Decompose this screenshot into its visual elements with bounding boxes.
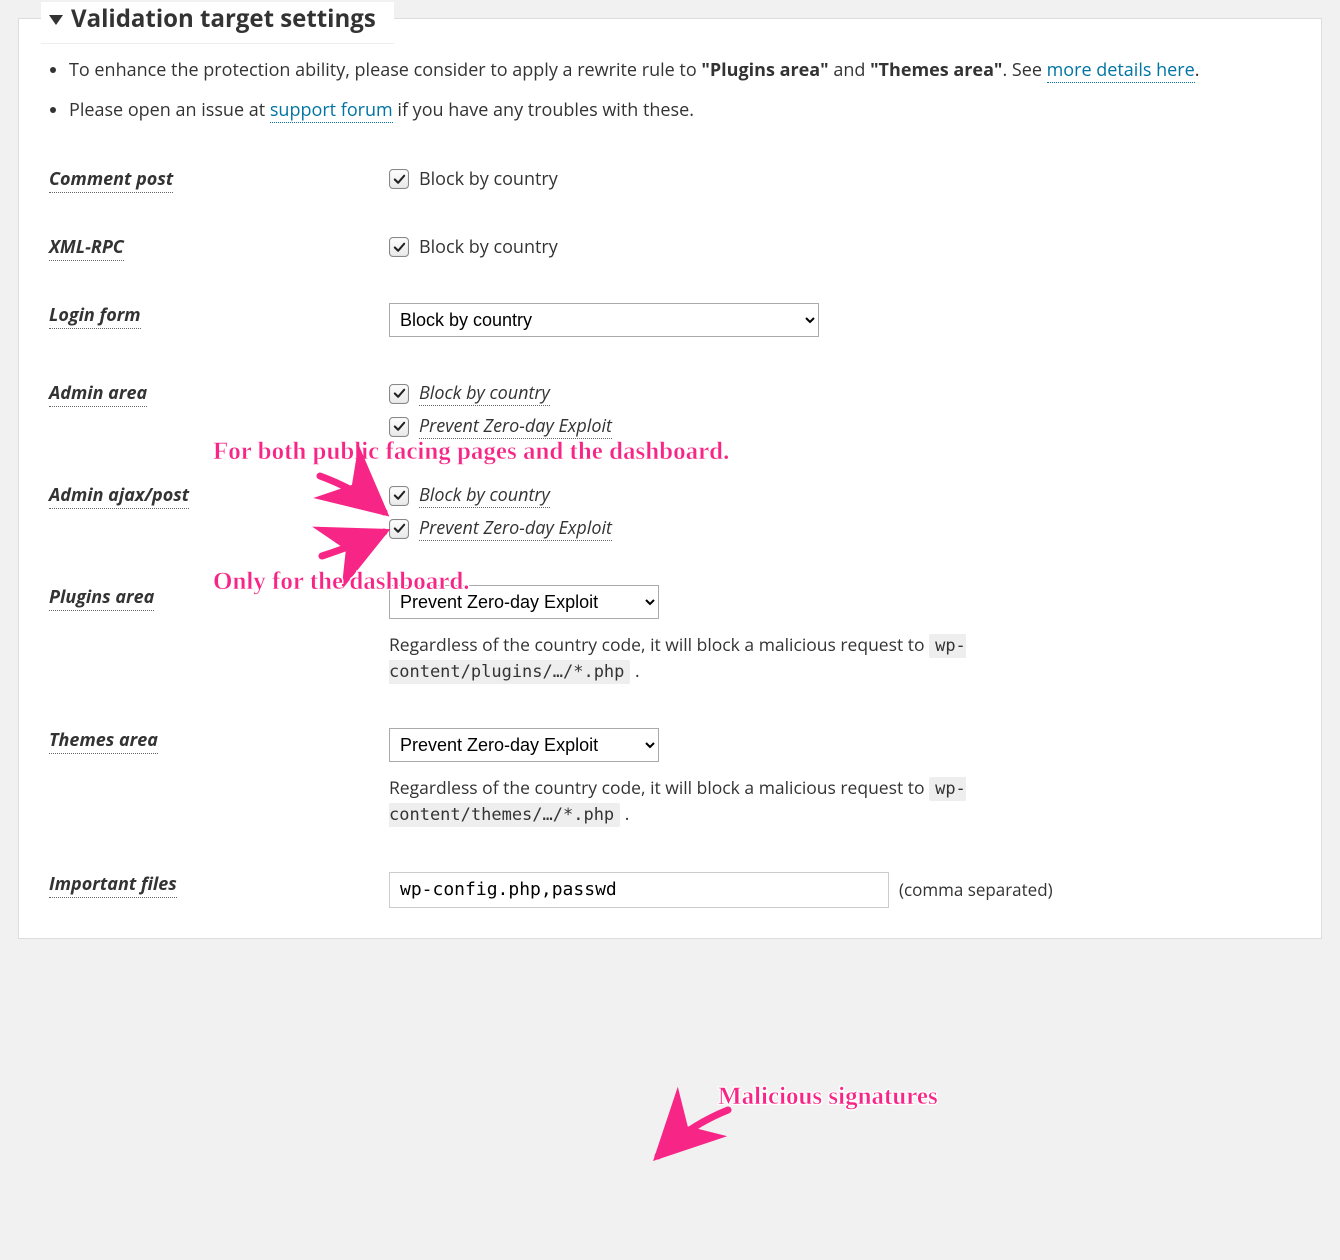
plugins-area-desc: Regardless of the country code, it will … xyxy=(389,633,1009,684)
label-themes-area: Themes area xyxy=(49,728,158,754)
section-title: Validation target settings xyxy=(71,2,376,35)
label-admin-area: Admin area xyxy=(49,381,147,407)
admin-area-block-by-country[interactable]: Block by country xyxy=(389,381,1291,406)
label-comment-post: Comment post xyxy=(49,167,173,193)
collapse-triangle-icon[interactable] xyxy=(49,15,63,25)
xmlrpc-block-by-country[interactable]: Block by country xyxy=(389,235,1291,259)
checkbox-icon[interactable] xyxy=(389,417,409,437)
label-important-files: Important files xyxy=(49,872,177,898)
row-login-form: Login form Block by country xyxy=(49,303,1291,337)
admin-ajax-prevent-zeroday[interactable]: Prevent Zero-day Exploit xyxy=(389,516,1291,541)
themes-area-select[interactable]: Prevent Zero-day Exploit xyxy=(389,728,659,762)
row-important-files: Important files (comma separated) xyxy=(49,872,1291,908)
row-admin-ajax: Admin ajax/post Block by country Prevent… xyxy=(49,483,1291,541)
bullet-2: Please open an issue at support forum if… xyxy=(69,97,1291,123)
bullet-1: To enhance the protection ability, pleas… xyxy=(69,57,1291,83)
comment-post-block-by-country[interactable]: Block by country xyxy=(389,167,1291,191)
important-files-hint: (comma separated) xyxy=(899,878,1053,901)
annotation-malicious-sig: Malicious signatures xyxy=(718,1083,938,1111)
checkbox-icon[interactable] xyxy=(389,169,409,189)
more-details-link[interactable]: more details here xyxy=(1047,58,1195,83)
login-form-select[interactable]: Block by country xyxy=(389,303,819,337)
label-admin-ajax: Admin ajax/post xyxy=(49,483,189,509)
checkbox-icon[interactable] xyxy=(389,519,409,539)
checkbox-icon[interactable] xyxy=(389,486,409,506)
label-plugins-area: Plugins area xyxy=(49,585,154,611)
label-xml-rpc: XML-RPC xyxy=(49,235,124,261)
admin-area-prevent-zeroday[interactable]: Prevent Zero-day Exploit xyxy=(389,414,1291,439)
info-bullets: To enhance the protection ability, pleas… xyxy=(51,57,1291,123)
plugins-area-bold: "Plugins area" xyxy=(701,58,828,82)
support-forum-link[interactable]: support forum xyxy=(270,98,393,123)
row-xml-rpc: XML-RPC Block by country xyxy=(49,235,1291,259)
row-plugins-area: Plugins area Prevent Zero-day Exploit Re… xyxy=(49,585,1291,684)
arrow-icon xyxy=(648,1106,738,1171)
row-comment-post: Comment post Block by country xyxy=(49,167,1291,191)
settings-panel: Validation target settings To enhance th… xyxy=(18,18,1322,939)
label-login-form: Login form xyxy=(49,303,141,329)
section-header[interactable]: Validation target settings xyxy=(41,2,394,44)
row-admin-area: Admin area Block by country Prevent Zero… xyxy=(49,381,1291,439)
checkbox-icon[interactable] xyxy=(389,384,409,404)
row-themes-area: Themes area Prevent Zero-day Exploit Reg… xyxy=(49,728,1291,827)
important-files-input[interactable] xyxy=(389,872,889,908)
themes-area-desc: Regardless of the country code, it will … xyxy=(389,776,1009,827)
checkbox-icon[interactable] xyxy=(389,237,409,257)
plugins-area-select[interactable]: Prevent Zero-day Exploit xyxy=(389,585,659,619)
themes-area-bold: "Themes area" xyxy=(870,58,1002,82)
admin-ajax-block-by-country[interactable]: Block by country xyxy=(389,483,1291,508)
